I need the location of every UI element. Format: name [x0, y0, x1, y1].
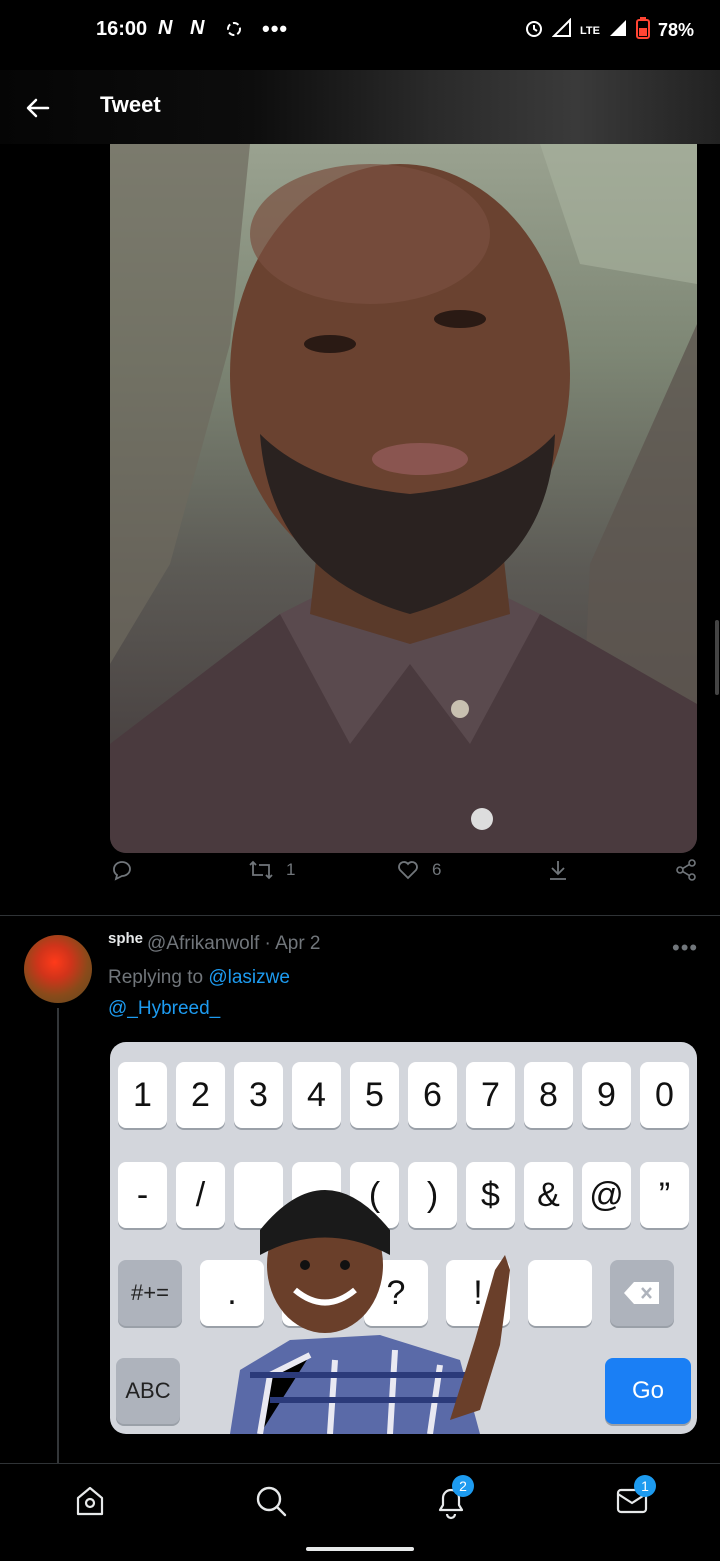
messages-badge: 1: [634, 1475, 656, 1497]
user-handle[interactable]: @Afrikanwolf: [147, 933, 259, 954]
share-button[interactable]: [674, 858, 698, 882]
status-right: LTE 78%: [524, 17, 694, 44]
key: @: [582, 1162, 631, 1228]
messages-button[interactable]: 1: [616, 1475, 656, 1521]
status-bar: 16:00 N N ••• LTE 78%: [0, 0, 720, 62]
notifications-badge: 2: [452, 1475, 474, 1497]
key: /: [176, 1162, 225, 1228]
key: 4: [292, 1062, 341, 1128]
key: ”: [640, 1162, 689, 1228]
battery-icon: [635, 17, 650, 44]
key: 0: [640, 1062, 689, 1128]
key: -: [118, 1162, 167, 1228]
key: 9: [582, 1062, 631, 1128]
keyboard-row-1: 1 2 3 4 5 6 7 8 9 0: [110, 1062, 697, 1128]
retweet-button[interactable]: 1: [248, 858, 295, 882]
key-go: Go: [605, 1358, 691, 1424]
key: 2: [176, 1062, 225, 1128]
key: 1: [118, 1062, 167, 1128]
tweet-image-2[interactable]: 1 2 3 4 5 6 7 8 9 0 - / ( ) $ & @ ” #+= …: [110, 1042, 697, 1434]
portrait-photo: [110, 144, 697, 853]
replying-prefix: Replying to: [108, 967, 209, 988]
key: 5: [350, 1062, 399, 1128]
signal-icon-2: [608, 18, 628, 43]
retweet-count: 1: [286, 860, 296, 879]
home-button[interactable]: [74, 1484, 106, 1523]
alarm-icon: [524, 18, 544, 43]
more-notifications-icon: •••: [262, 16, 289, 41]
arrow-left-icon: [26, 98, 50, 118]
tweet-image[interactable]: [110, 144, 697, 853]
more-options-icon[interactable]: •••: [672, 935, 698, 961]
replying-to-link[interactable]: @lasizwe: [208, 967, 290, 988]
key-symbols: #+=: [118, 1260, 182, 1326]
signal-icon: [551, 17, 572, 43]
share-icon: [676, 859, 696, 881]
person-cutout: [230, 1190, 510, 1434]
user-name[interactable]: sphe: [108, 930, 143, 947]
reply-button[interactable]: [110, 858, 134, 882]
divider: [0, 915, 720, 916]
download-icon: [550, 861, 566, 880]
battery-percent: 78%: [657, 20, 694, 40]
key: &: [524, 1162, 573, 1228]
thread-line: [57, 1008, 59, 1468]
key: 6: [408, 1062, 457, 1128]
like-button[interactable]: 6: [396, 858, 441, 882]
key-abc: ABC: [116, 1358, 180, 1424]
key: 8: [524, 1062, 573, 1128]
notifications-button[interactable]: 2: [434, 1475, 474, 1525]
tweet-header: Tweet: [0, 70, 720, 144]
search-icon: [256, 1486, 287, 1517]
home-icon: [76, 1486, 104, 1516]
download-button[interactable]: [546, 858, 570, 882]
mention-link[interactable]: @_Hybreed_: [108, 998, 220, 1020]
home-indicator[interactable]: [306, 1547, 414, 1551]
key: 7: [466, 1062, 515, 1128]
key: 3: [234, 1062, 283, 1128]
key: [528, 1260, 592, 1326]
backspace-icon: [610, 1260, 674, 1326]
tweet-meta: sphe @Afrikanwolf · Apr 2: [108, 930, 321, 955]
search-button[interactable]: [254, 1484, 288, 1523]
sync-icon: [224, 19, 244, 44]
tweet-date: · Apr 2: [264, 933, 321, 954]
retweet-icon: [249, 860, 273, 880]
back-button[interactable]: [22, 92, 54, 124]
like-count: 6: [432, 860, 442, 879]
scrollbar[interactable]: [715, 620, 719, 695]
heart-icon: [398, 861, 418, 880]
status-time: 16:00: [96, 18, 148, 40]
avatar[interactable]: [24, 935, 92, 1003]
lte-label: LTE: [580, 24, 600, 37]
netflix-notification-icon-2: N: [190, 17, 205, 39]
replying-to-line: Replying to @lasizwe: [108, 967, 290, 989]
page-title: Tweet: [100, 92, 161, 117]
reply-icon: [113, 861, 131, 881]
netflix-notification-icon: N: [158, 17, 173, 39]
